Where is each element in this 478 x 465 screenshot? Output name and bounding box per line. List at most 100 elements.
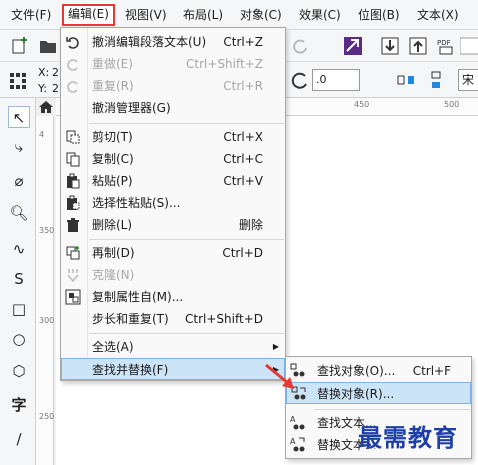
- menu-item-step-and-repeat[interactable]: 步长和重复(T) Ctrl+Shift+D: [61, 308, 285, 330]
- menu-item-undo-manager[interactable]: 撤消管理器(G): [61, 97, 285, 119]
- parallel-dimension-icon[interactable]: ∕: [8, 428, 30, 450]
- undo-icon: [66, 37, 79, 49]
- menu-view[interactable]: 视图(V): [121, 5, 171, 25]
- new-document-icon[interactable]: [10, 36, 30, 56]
- menu-item-repeat[interactable]: 重复(R) Ctrl+R: [61, 75, 285, 97]
- menu-item-copy[interactable]: 复制(C) Ctrl+C: [61, 148, 285, 170]
- import-icon[interactable]: [380, 36, 400, 56]
- x-value[interactable]: 2: [52, 66, 59, 79]
- submenu-item-replace-objects[interactable]: 替换对象(R)...: [286, 382, 471, 404]
- x-label: X:: [38, 66, 50, 79]
- mirror-horizontal-icon[interactable]: [396, 70, 416, 90]
- menu-item-select-all[interactable]: 全选(A) ▶: [61, 336, 285, 358]
- clone-icon: [67, 269, 79, 283]
- menu-separator: [314, 409, 470, 410]
- freehand-tool-icon[interactable]: ∿: [8, 238, 30, 260]
- submenu-arrow-icon: ▶: [272, 342, 279, 351]
- menu-item-label: 复制属性自(M)...: [92, 290, 184, 304]
- menu-item-label: 再制(D): [92, 246, 135, 260]
- menu-item-paste-special[interactable]: 选择性粘贴(S)...: [61, 192, 285, 214]
- menu-item-shortcut: Ctrl+Z: [223, 35, 263, 49]
- annotation-arrow-icon: [265, 363, 294, 389]
- rotation-icon: [291, 72, 307, 89]
- y-value[interactable]: 2: [52, 82, 59, 95]
- menu-item-copy-properties[interactable]: 复制属性自(M)...: [61, 286, 285, 308]
- vertical-ruler: 4 350 300 250: [36, 116, 54, 465]
- ruler-label-4: 4: [39, 130, 45, 139]
- menu-bitmap[interactable]: 位图(B): [354, 5, 404, 25]
- menu-item-redo[interactable]: 重做(E) Ctrl+Shift+Z: [61, 53, 285, 75]
- menu-item-label: 选择性粘贴(S)...: [92, 196, 181, 210]
- redo-icon: [67, 59, 78, 71]
- submenu-item-find-objects[interactable]: 查找对象(O)... Ctrl+F: [286, 360, 471, 382]
- menu-item-label: 剪切(T): [92, 130, 133, 144]
- corel-connect-icon[interactable]: [343, 36, 363, 56]
- ruler-label-450: 450: [354, 100, 370, 109]
- menu-item-label: 查找并替换(F): [92, 363, 169, 377]
- shape-tool-icon[interactable]: ⤷: [8, 136, 30, 158]
- open-folder-icon[interactable]: [38, 36, 58, 56]
- mirror-vertical-icon[interactable]: [426, 70, 446, 90]
- svg-text:A: A: [290, 415, 296, 424]
- menu-item-find-and-replace[interactable]: 查找并替换(F) ▶: [61, 358, 285, 380]
- cut-icon: [66, 130, 80, 144]
- find-text-icon: A: [290, 415, 305, 430]
- zoom-level-icon[interactable]: [460, 36, 478, 56]
- submenu-item-label: 替换对象(R)...: [317, 387, 395, 401]
- ruler-label-500: 500: [444, 100, 460, 109]
- menu-item-shortcut: 删除: [238, 218, 263, 232]
- ruler-label-350: 350: [39, 226, 55, 235]
- menu-object[interactable]: 对象(C): [236, 5, 286, 25]
- menu-item-label: 撤消编辑段落文本(U): [92, 35, 207, 49]
- submenu-item-shortcut: Ctrl+F: [412, 364, 451, 378]
- object-origin-icon[interactable]: [8, 71, 28, 91]
- menu-item-shortcut: Ctrl+X: [223, 130, 263, 144]
- menu-item-paste[interactable]: 粘贴(P) Ctrl+V: [61, 170, 285, 192]
- menu-separator: [89, 333, 284, 334]
- menu-item-clone[interactable]: 克隆(N): [61, 264, 285, 286]
- crop-tool-icon[interactable]: ⌀: [8, 170, 30, 192]
- repeat-icon: [67, 81, 78, 93]
- menu-item-label: 复制(C): [92, 152, 134, 166]
- menu-item-label: 重做(E): [92, 57, 133, 71]
- ellipse-tool-icon[interactable]: ○: [8, 328, 30, 350]
- menu-item-delete[interactable]: 删除(L) 删除: [61, 214, 285, 236]
- menu-separator: [89, 123, 284, 124]
- rotation-angle-input[interactable]: .0: [312, 69, 360, 91]
- rectangle-tool-icon[interactable]: □: [8, 298, 30, 320]
- toolbox: ↖ ⤷ ⌀ 🔍︎ ∿ S □ ○ ⬡ 字 ∕: [0, 98, 36, 465]
- polygon-tool-icon[interactable]: ⬡: [8, 360, 30, 382]
- svg-text:PDF: PDF: [437, 39, 451, 47]
- menu-effects[interactable]: 效果(C): [295, 5, 345, 25]
- menu-item-shortcut: Ctrl+V: [223, 174, 263, 188]
- menu-item-shortcut: Ctrl+Shift+Z: [186, 57, 263, 71]
- menu-item-undo[interactable]: 撤消编辑段落文本(U) Ctrl+Z: [61, 31, 285, 53]
- menu-layout[interactable]: 布局(L): [179, 5, 227, 25]
- menu-edit[interactable]: 编辑(E): [62, 4, 115, 26]
- artistic-media-icon[interactable]: S: [8, 268, 30, 290]
- menu-text[interactable]: 文本(X): [413, 5, 463, 25]
- redo-arrow-icon[interactable]: [290, 36, 310, 56]
- watermark-logo: 最需教育: [358, 423, 458, 452]
- ruler-label-300: 300: [39, 316, 55, 325]
- copy-icon: [66, 152, 80, 167]
- menu-item-shortcut: Ctrl+R: [223, 79, 263, 93]
- pick-tool-icon[interactable]: ↖: [8, 106, 30, 128]
- menu-item-shortcut: Ctrl+Shift+D: [185, 312, 263, 326]
- menu-file[interactable]: 文件(F): [7, 5, 55, 25]
- menu-item-cut[interactable]: 剪切(T) Ctrl+X: [61, 126, 285, 148]
- font-list-box[interactable]: 宋: [458, 69, 478, 91]
- menu-item-label: 粘贴(P): [92, 174, 133, 188]
- menu-bar: 文件(F) 编辑(E) 视图(V) 布局(L) 对象(C) 效果(C) 位图(B…: [0, 0, 478, 30]
- menu-item-label: 删除(L): [92, 218, 133, 232]
- paste-icon: [67, 173, 80, 189]
- publish-pdf-icon[interactable]: PDF: [436, 36, 456, 56]
- export-icon[interactable]: [408, 36, 428, 56]
- home-icon[interactable]: [36, 98, 56, 116]
- ruler-label-250: 250: [39, 412, 55, 421]
- menu-item-duplicate[interactable]: 再制(D) Ctrl+D: [61, 242, 285, 264]
- menu-item-shortcut: Ctrl+C: [223, 152, 263, 166]
- zoom-tool-icon[interactable]: 🔍︎: [8, 202, 30, 224]
- text-tool-icon[interactable]: 字: [8, 394, 30, 416]
- y-label: Y:: [38, 82, 47, 95]
